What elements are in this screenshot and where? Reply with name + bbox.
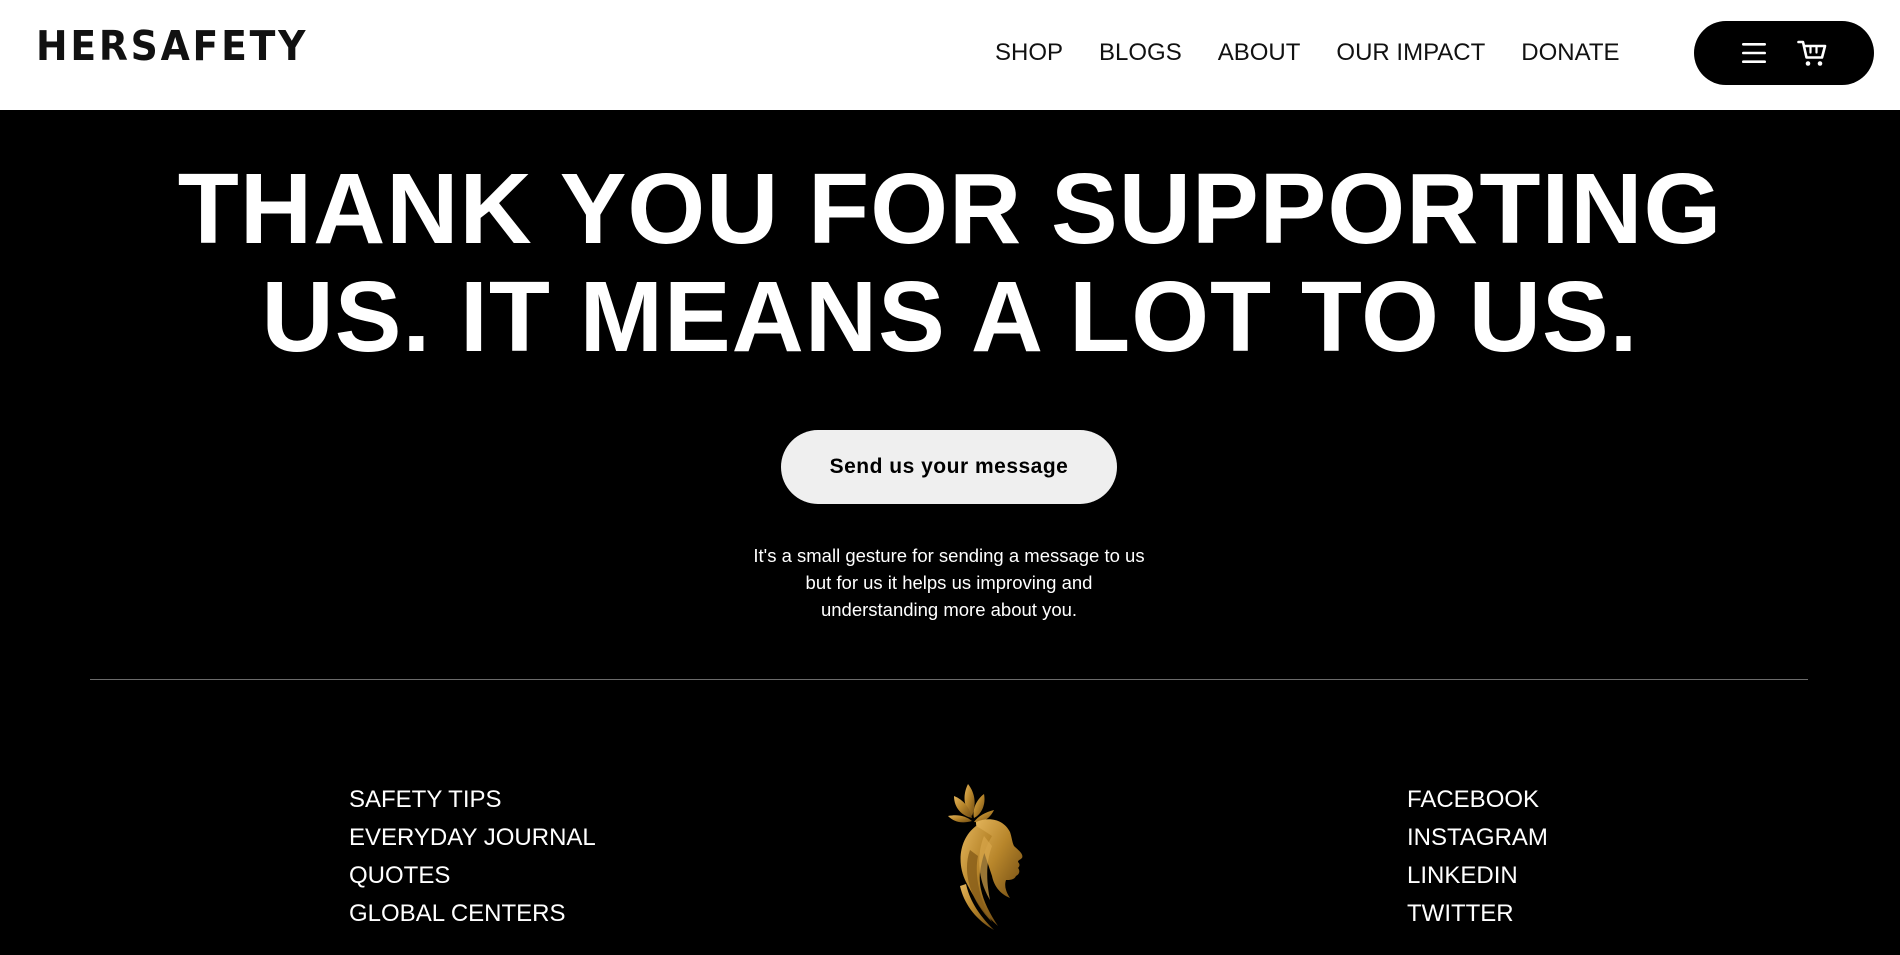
site-header: HERSAFETY SHOP BLOGS ABOUT OUR IMPACT DO… [0,0,1900,110]
shopping-cart-icon [1797,40,1827,66]
footer-links-right: FACEBOOK INSTAGRAM LINKEDIN TWITTER [1407,781,1548,933]
nav-link-about[interactable]: ABOUT [1218,38,1301,68]
brand-logo[interactable]: HERSAFETY [36,22,308,70]
hero-title-line-1: THANK YOU FOR SUPPORTING [177,153,1723,265]
cart-button[interactable] [1796,37,1828,69]
menu-button[interactable] [1738,37,1770,69]
footer-link-safety-tips[interactable]: SAFETY TIPS [349,781,596,819]
footer-link-facebook[interactable]: FACEBOOK [1407,781,1548,819]
main-nav: SHOP BLOGS ABOUT OUR IMPACT DONATE [995,38,1620,68]
footer-links-left: SAFETY TIPS EVERYDAY JOURNAL QUOTES GLOB… [349,781,596,933]
hero-title-line-2: US. IT MEANS A LOT TO US. [261,261,1639,373]
hero-note-line-1: It's a small gesture for sending a messa… [753,545,1145,566]
nav-link-our-impact[interactable]: OUR IMPACT [1336,38,1485,68]
footer-link-linkedin[interactable]: LINKEDIN [1407,857,1548,895]
footer-link-everyday-journal[interactable]: EVERYDAY JOURNAL [349,819,596,857]
footer-link-global-centers[interactable]: GLOBAL CENTERS [349,895,596,933]
footer-link-instagram[interactable]: INSTAGRAM [1407,819,1548,857]
hamburger-menu-icon [1742,43,1766,63]
footer-emblem [940,776,1040,936]
footer-link-quotes[interactable]: QUOTES [349,857,596,895]
section-divider [90,679,1808,680]
nav-link-donate[interactable]: DONATE [1521,38,1619,68]
nav-link-blogs[interactable]: BLOGS [1099,38,1182,68]
header-action-pill [1694,21,1874,85]
hero-note-line-2: but for us it helps us improving and [805,572,1093,593]
nav-link-shop[interactable]: SHOP [995,38,1063,68]
hero-title: THANK YOU FOR SUPPORTING US. IT MEANS A … [150,155,1750,371]
woman-silhouette-lotus-logo [948,784,1023,930]
footer-link-twitter[interactable]: TWITTER [1407,895,1548,933]
hero-note-line-3: understanding more about you. [820,599,1078,620]
send-message-button[interactable]: Send us your message [781,430,1117,504]
hero-note: It's a small gesture for sending a messa… [730,542,1168,623]
